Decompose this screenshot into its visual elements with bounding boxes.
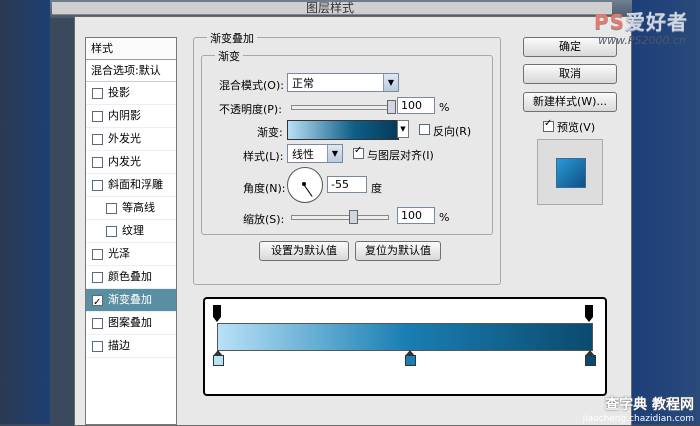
- canvas-right: [632, 0, 700, 424]
- style-preview: [537, 139, 603, 205]
- style-item[interactable]: 内阴影: [86, 105, 176, 128]
- style-item-checkbox[interactable]: [92, 248, 103, 260]
- gradient-swatch[interactable]: [287, 120, 399, 140]
- style-item-checkbox[interactable]: [92, 156, 103, 168]
- watermark-bottom: 查字典 教程网: [605, 397, 694, 413]
- dialog-title: 图层样式: [305, 1, 354, 15]
- style-item-checkbox[interactable]: [92, 133, 103, 145]
- reverse-checkbox[interactable]: [419, 124, 430, 135]
- layer-style-dialog: 样式 混合选项:默认 投影内阴影外发光内发光斜面和浮雕等高线纹理光泽颜色叠加渐变…: [74, 16, 632, 426]
- align-layer-label: 与图层对齐(I): [367, 149, 434, 162]
- style-item[interactable]: 等高线: [86, 197, 176, 220]
- style-item[interactable]: 外发光: [86, 128, 176, 151]
- cancel-button[interactable]: 取消: [523, 64, 617, 84]
- style-item-checkbox[interactable]: [106, 202, 117, 214]
- reset-default-button[interactable]: 复位为默认值: [355, 241, 441, 261]
- scale-slider-track[interactable]: [291, 215, 389, 220]
- color-stop-left[interactable]: [213, 350, 224, 366]
- style-item-checkbox[interactable]: [106, 225, 117, 237]
- watermark-brand-a: PS: [593, 10, 625, 34]
- opacity-input[interactable]: 100: [397, 97, 435, 114]
- align-layer-checkbox[interactable]: [353, 145, 364, 159]
- style-item-label: 纹理: [122, 224, 144, 237]
- scale-label: 缩放(S):: [243, 213, 285, 226]
- chevron-down-icon: ▼: [383, 74, 398, 91]
- chevron-down-icon: ▼: [327, 145, 342, 162]
- style-item[interactable]: 纹理: [86, 220, 176, 243]
- preview-checkbox[interactable]: [543, 118, 554, 132]
- style-item-checkbox[interactable]: [92, 317, 103, 329]
- style-value: 线性: [292, 148, 314, 161]
- style-select[interactable]: 线性 ▼: [287, 144, 343, 163]
- angle-needle: [303, 184, 313, 197]
- gradient-bar[interactable]: [217, 323, 593, 351]
- style-list-header[interactable]: 样式: [86, 38, 176, 60]
- color-stop-middle[interactable]: [405, 350, 416, 366]
- gradient-subgroup-title: 渐变: [215, 48, 243, 64]
- style-label: 样式(L):: [243, 150, 284, 163]
- opacity-slider-thumb[interactable]: [387, 100, 396, 114]
- style-item-label: 外发光: [108, 132, 141, 145]
- style-item-label: 投影: [108, 86, 130, 99]
- style-item[interactable]: 颜色叠加: [86, 266, 176, 289]
- style-item[interactable]: 内发光: [86, 151, 176, 174]
- watermark-url: www.PS2000.cn: [598, 34, 686, 47]
- new-style-button[interactable]: 新建样式(W)...: [523, 92, 617, 112]
- blend-mode-select[interactable]: 正常 ▼: [287, 73, 399, 92]
- style-item-label: 光泽: [108, 247, 130, 260]
- style-item-label: 渐变叠加: [108, 293, 152, 306]
- style-item[interactable]: 斜面和浮雕: [86, 174, 176, 197]
- blend-mode-value: 正常: [292, 77, 314, 90]
- style-item-label: 内发光: [108, 155, 141, 168]
- style-item-label: 斜面和浮雕: [108, 178, 163, 191]
- style-item[interactable]: 描边: [86, 335, 176, 358]
- preview-swatch: [556, 158, 586, 188]
- color-stop-right[interactable]: [585, 350, 596, 366]
- style-item-checkbox[interactable]: [92, 110, 103, 122]
- gradient-overlay-title: 渐变叠加: [207, 30, 257, 46]
- blend-options-item[interactable]: 混合选项:默认: [86, 60, 176, 82]
- angle-label: 角度(N):: [243, 182, 286, 195]
- style-item-checkbox[interactable]: [92, 179, 103, 191]
- gradient-editor: [203, 297, 607, 396]
- angle-unit: 度: [371, 182, 382, 195]
- set-default-button[interactable]: 设置为默认值: [259, 241, 349, 261]
- style-item[interactable]: 光泽: [86, 243, 176, 266]
- style-item-label: 颜色叠加: [108, 270, 152, 283]
- style-item-checkbox[interactable]: [92, 271, 103, 283]
- scale-input[interactable]: 100: [397, 207, 435, 224]
- style-list: 样式 混合选项:默认 投影内阴影外发光内发光斜面和浮雕等高线纹理光泽颜色叠加渐变…: [85, 37, 177, 425]
- style-item-checkbox[interactable]: [92, 87, 103, 99]
- style-item-label: 图案叠加: [108, 316, 152, 329]
- watermark-bottom-url: jiaocheng.chazidian.com: [582, 414, 694, 424]
- opacity-slider-track[interactable]: [291, 105, 393, 110]
- scale-unit: %: [439, 211, 450, 224]
- opacity-label: 不透明度(P):: [219, 103, 282, 116]
- opacity-unit: %: [439, 101, 450, 114]
- angle-dial[interactable]: [287, 167, 323, 203]
- gradient-picker-chevron-icon[interactable]: ▼: [397, 120, 409, 138]
- watermark-logo: PS爱好者: [594, 6, 688, 35]
- style-item-label: 描边: [108, 339, 130, 352]
- preview-label: 预览(V): [557, 121, 596, 134]
- style-item[interactable]: 渐变叠加: [86, 289, 176, 314]
- style-item-label: 等高线: [122, 201, 155, 214]
- scale-slider-thumb[interactable]: [349, 210, 358, 224]
- style-item[interactable]: 投影: [86, 82, 176, 105]
- style-item-label: 内阴影: [108, 109, 141, 122]
- blend-mode-label: 混合模式(O):: [219, 79, 284, 92]
- style-item[interactable]: 图案叠加: [86, 312, 176, 335]
- gradient-label: 渐变:: [257, 126, 283, 139]
- reverse-label: 反向(R): [433, 125, 472, 138]
- canvas-left: [0, 0, 50, 424]
- angle-input[interactable]: -55: [327, 176, 367, 193]
- style-item-checkbox[interactable]: [92, 292, 103, 314]
- opacity-stop-right[interactable]: [585, 305, 593, 322]
- style-item-checkbox[interactable]: [92, 340, 103, 352]
- watermark-brand-b: 爱好者: [625, 10, 688, 34]
- opacity-stop-left[interactable]: [213, 305, 221, 322]
